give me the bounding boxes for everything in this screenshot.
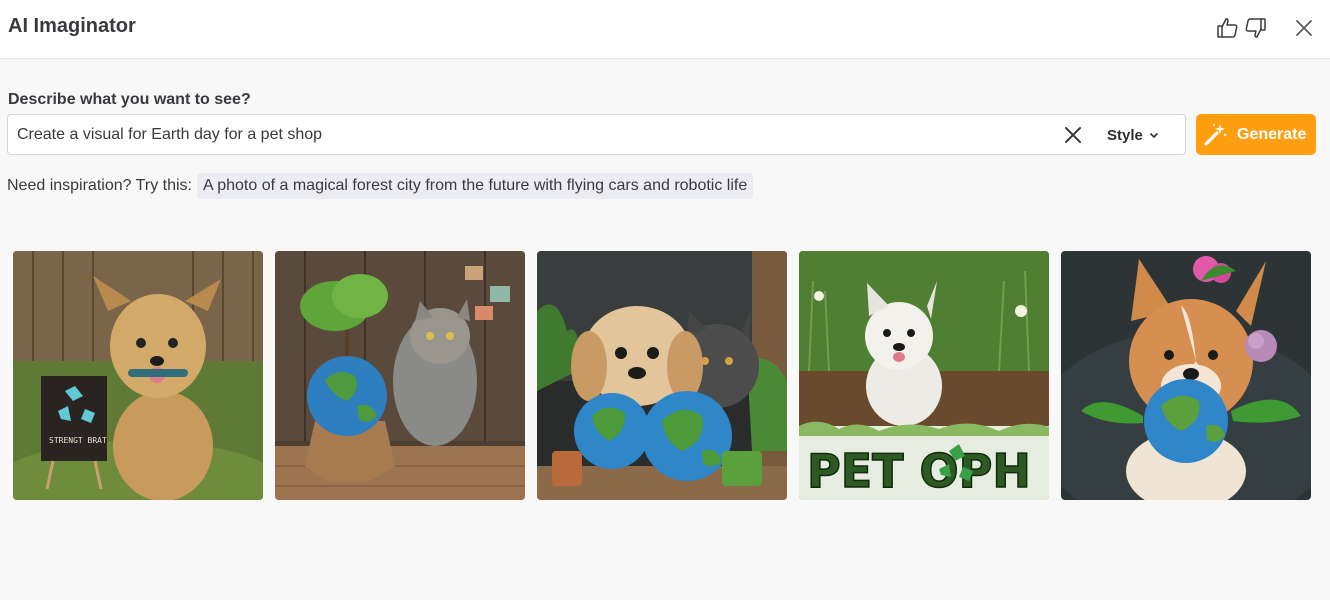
result-image-1[interactable]: STRENGT BRAT (13, 251, 263, 500)
close-icon (1065, 127, 1081, 143)
style-dropdown[interactable]: Style (1107, 125, 1159, 145)
inspiration-suggestion[interactable]: A photo of a magical forest city from th… (196, 172, 754, 199)
magic-wand-icon (1204, 123, 1227, 146)
prompt-input[interactable] (17, 115, 1047, 154)
close-icon[interactable] (1290, 14, 1318, 42)
generate-button[interactable]: Generate (1196, 114, 1316, 155)
style-label: Style (1107, 126, 1143, 144)
result-image-3[interactable] (537, 251, 787, 500)
thumbs-down-icon[interactable] (1241, 14, 1269, 42)
result-image-4[interactable]: PET OPH (799, 251, 1049, 500)
result-image-2[interactable] (275, 251, 525, 500)
prompt-label: Describe what you want to see? (8, 91, 251, 108)
clear-prompt-button[interactable] (1062, 124, 1084, 146)
thumbs-up-icon[interactable] (1214, 14, 1242, 42)
result-image-5[interactable] (1061, 251, 1311, 500)
generate-label: Generate (1237, 125, 1307, 143)
inspiration-row: Need inspiration? Try this: A photo of a… (7, 172, 754, 199)
app-title: AI Imaginator (8, 15, 136, 37)
header-bar: AI Imaginator (0, 0, 1330, 59)
prompt-field: Style (7, 114, 1186, 155)
banner-text: PET OPH (807, 444, 1031, 498)
chevron-down-icon (1149, 132, 1158, 139)
sign-text: STRENGT BRAT (49, 436, 107, 445)
inspiration-lead: Need inspiration? Try this: (7, 176, 192, 194)
